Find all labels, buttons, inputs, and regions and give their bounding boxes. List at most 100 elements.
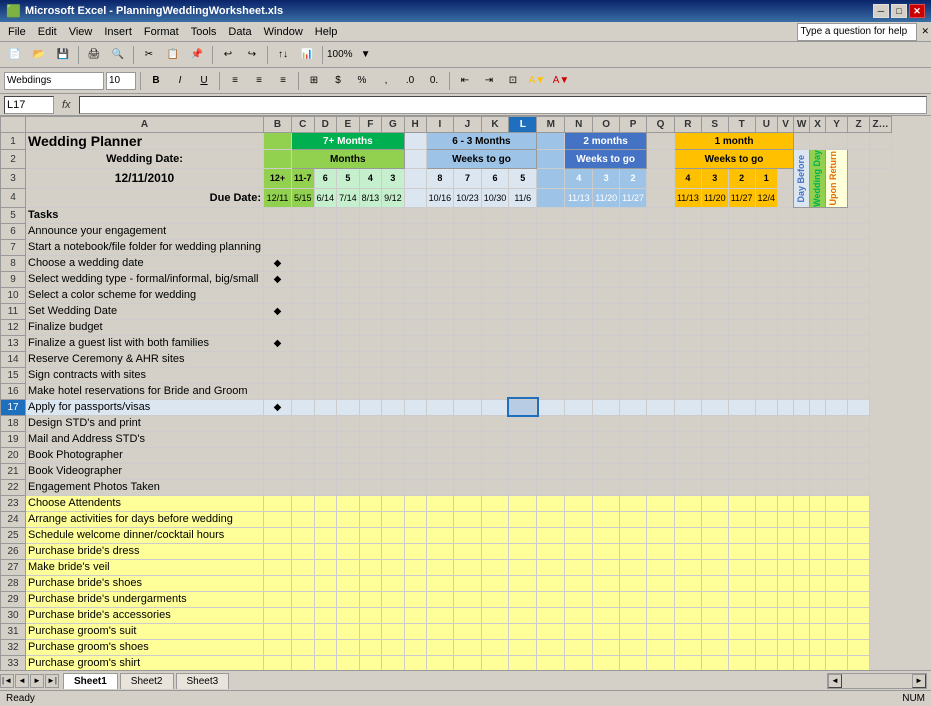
col-header-b[interactable]: B xyxy=(264,117,292,133)
print-preview-button[interactable]: 🔍 xyxy=(107,45,129,65)
col-header-c[interactable]: C xyxy=(292,117,315,133)
cell-f5[interactable] xyxy=(359,207,382,223)
cell-s4[interactable]: 11/20 xyxy=(701,188,728,207)
cell-e3[interactable]: 5 xyxy=(337,169,360,188)
decrease-indent-button[interactable]: ⇤ xyxy=(454,71,476,91)
menu-help[interactable]: Help xyxy=(309,24,344,40)
cell-m3[interactable] xyxy=(537,169,565,188)
cell-z3[interactable] xyxy=(848,169,870,188)
cell-z2[interactable] xyxy=(870,150,892,169)
cell-p5[interactable] xyxy=(620,207,647,223)
cell-y3[interactable] xyxy=(778,169,794,188)
cell-h1[interactable] xyxy=(404,133,426,150)
col-header-k[interactable]: K xyxy=(481,117,509,133)
sheet-nav-next[interactable]: ► xyxy=(30,674,44,688)
cell-x1[interactable] xyxy=(826,133,848,150)
cell-v1[interactable] xyxy=(794,133,810,150)
redo-button[interactable]: ↪ xyxy=(241,45,263,65)
cell-z1[interactable] xyxy=(870,133,892,150)
cell-t5[interactable] xyxy=(728,207,755,223)
cell-u4[interactable]: 12/4 xyxy=(755,188,778,207)
cell-w1[interactable] xyxy=(810,133,826,150)
cell-e5[interactable] xyxy=(337,207,360,223)
cell-s3[interactable]: 3 xyxy=(701,169,728,188)
menu-view[interactable]: View xyxy=(63,24,99,40)
chart-button[interactable]: 📊 xyxy=(296,45,318,65)
cell-a6[interactable]: Announce your engagement xyxy=(26,223,264,239)
sheet-tab-2[interactable]: Sheet2 xyxy=(120,673,174,689)
cell-m4[interactable] xyxy=(537,188,565,207)
borders-button[interactable]: ⊡ xyxy=(502,71,524,91)
col-header-e[interactable]: E xyxy=(337,117,360,133)
sheet-nav-first[interactable]: |◄ xyxy=(0,674,14,688)
undo-button[interactable]: ↩ xyxy=(217,45,239,65)
cell-t3[interactable]: 2 xyxy=(728,169,755,188)
cell-c3[interactable]: 11-7 xyxy=(292,169,315,188)
cell-q3[interactable] xyxy=(646,169,674,188)
cell-u5[interactable] xyxy=(755,207,778,223)
col-header-f[interactable]: F xyxy=(359,117,382,133)
col-header-v[interactable]: V xyxy=(778,117,794,133)
increase-indent-button[interactable]: ⇥ xyxy=(478,71,500,91)
cell-z5[interactable] xyxy=(848,207,870,223)
increase-decimal-button[interactable]: .0 xyxy=(399,71,421,91)
cell-d4[interactable]: 6/14 xyxy=(314,188,337,207)
cell-q5[interactable] xyxy=(646,207,674,223)
align-right-button[interactable]: ≡ xyxy=(272,71,294,91)
merge-button[interactable]: ⊞ xyxy=(303,71,325,91)
col-header-y[interactable]: Y xyxy=(826,117,848,133)
cell-h4[interactable] xyxy=(404,188,426,207)
cell-g4[interactable]: 9/12 xyxy=(382,188,405,207)
menu-format[interactable]: Format xyxy=(138,24,185,40)
cut-button[interactable]: ✂ xyxy=(138,45,160,65)
cell-b2[interactable] xyxy=(264,150,292,169)
cell-c5[interactable] xyxy=(292,207,315,223)
cell-b6[interactable] xyxy=(264,223,292,239)
cell-m2[interactable] xyxy=(537,150,565,169)
scroll-left-btn[interactable]: ◄ xyxy=(828,674,842,688)
cell-n3[interactable]: 4 xyxy=(565,169,593,188)
menu-data[interactable]: Data xyxy=(222,24,257,40)
cell-k3[interactable]: 6 xyxy=(481,169,509,188)
cell-h3[interactable] xyxy=(404,169,426,188)
col-header-z[interactable]: Z xyxy=(848,117,870,133)
cell-k4[interactable]: 10/30 xyxy=(481,188,509,207)
col-header-u[interactable]: U xyxy=(755,117,778,133)
cell-k5[interactable] xyxy=(481,207,509,223)
maximize-button[interactable]: □ xyxy=(891,4,907,18)
cell-a1[interactable]: Wedding Planner xyxy=(26,133,264,150)
close-button[interactable]: ✕ xyxy=(909,4,925,18)
cell-a4[interactable]: Due Date: xyxy=(26,188,264,207)
cell-j5[interactable] xyxy=(454,207,482,223)
fill-color-button[interactable]: A▼ xyxy=(526,71,548,91)
menu-file[interactable]: File xyxy=(2,24,32,40)
help-search[interactable] xyxy=(797,23,917,41)
zoom-dropdown[interactable]: ▼ xyxy=(355,45,377,65)
cell-i5[interactable] xyxy=(426,207,454,223)
menu-tools[interactable]: Tools xyxy=(185,24,223,40)
cell-r5[interactable] xyxy=(674,207,701,223)
col-header-p[interactable]: P xyxy=(620,117,647,133)
cell-q4[interactable] xyxy=(646,188,674,207)
col-header-w[interactable]: W xyxy=(794,117,810,133)
underline-button[interactable]: U xyxy=(193,71,215,91)
cell-g5[interactable] xyxy=(382,207,405,223)
cell-o5[interactable] xyxy=(593,207,620,223)
save-button[interactable]: 💾 xyxy=(52,45,74,65)
cell-g3[interactable]: 3 xyxy=(382,169,405,188)
cell-d3[interactable]: 6 xyxy=(314,169,337,188)
col-header-o[interactable]: O xyxy=(593,117,620,133)
cell-r3[interactable]: 4 xyxy=(674,169,701,188)
percent-button[interactable]: % xyxy=(351,71,373,91)
font-color-button[interactable]: A▼ xyxy=(550,71,572,91)
cell-v5[interactable] xyxy=(778,207,794,223)
col-header-l[interactable]: L xyxy=(509,117,537,133)
cell-n5[interactable] xyxy=(565,207,593,223)
cell-j3[interactable]: 7 xyxy=(454,169,482,188)
print-button[interactable]: 🖨 xyxy=(83,45,105,65)
sort-asc-button[interactable]: ↑↓ xyxy=(272,45,294,65)
col-header-x[interactable]: X xyxy=(810,117,826,133)
cell-b3[interactable]: 12+ xyxy=(264,169,292,188)
currency-button[interactable]: $ xyxy=(327,71,349,91)
cell-h5[interactable] xyxy=(404,207,426,223)
